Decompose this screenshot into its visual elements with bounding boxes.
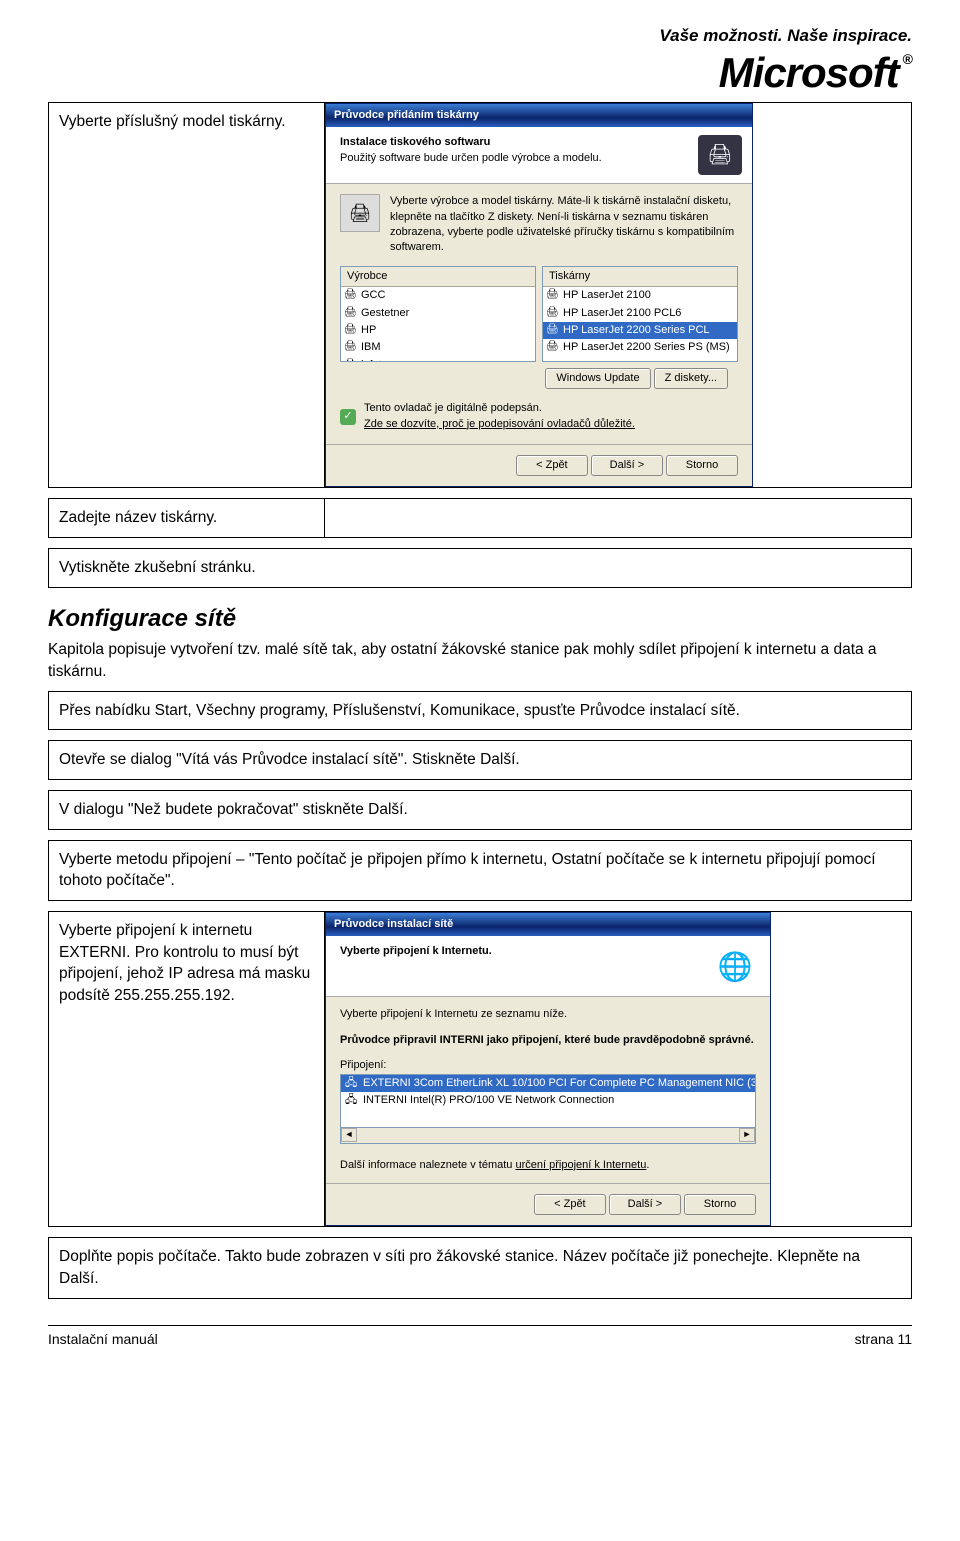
printer-wizard-cell: Průvodce přidáním tiskárny Instalace tis… [325, 102, 912, 488]
step-text: Přes nabídku Start, Všechny programy, Př… [49, 691, 912, 730]
step-text: V dialogu "Než budete pokračovat" stiskn… [49, 791, 912, 830]
dialog-hint-text: Průvodce připravil INTERNI jako připojen… [340, 1034, 754, 1046]
footer-left: Instalační manuál [48, 1330, 158, 1350]
network-step-4: Vyberte metodu připojení – "Tento počíta… [48, 840, 912, 901]
microsoft-logo: Microsoft [719, 52, 912, 94]
dialog-subheading: Použitý software bude určen podle výrobc… [340, 152, 602, 164]
page-header: Vaše možnosti. Naše inspirace. Microsoft [48, 24, 912, 94]
dialog-heading: Vyberte připojení k Internetu. [340, 944, 492, 959]
network-wizard-cell: Průvodce instalací sítě Vyberte připojen… [325, 912, 912, 1227]
dialog-titlebar[interactable]: Průvodce přidáním tiskárny [326, 104, 752, 127]
printer-name-row: Zadejte název tiskárny. [48, 498, 912, 538]
list-item[interactable]: INTERNI Intel(R) PRO/100 VE Network Conn… [341, 1092, 755, 1109]
back-button[interactable]: < Zpět [534, 1194, 606, 1215]
scroll-right-button[interactable]: ► [739, 1128, 755, 1142]
signed-check-icon: ✓ [340, 409, 356, 425]
list-item[interactable]: Gestetner [341, 305, 535, 322]
next-button[interactable]: Další > [609, 1194, 681, 1215]
step-print-test: Vytiskněte zkušební stránku. [49, 549, 912, 588]
connection-list-label: Připojení: [340, 1058, 756, 1073]
empty-cell [325, 499, 912, 538]
list-item-selected[interactable]: HP LaserJet 2200 Series PCL [543, 322, 737, 339]
manufacturer-listbox[interactable]: Výrobce GCC Gestetner HP IBM infotec [340, 266, 536, 362]
step-text: Vyberte připojení k internetu EXTERNI. P… [49, 912, 325, 1227]
printer-icon: 🖨 [340, 194, 380, 232]
windows-update-button[interactable]: Windows Update [545, 368, 650, 389]
list-item[interactable]: HP LaserJet 2100 PCL6 [543, 305, 737, 322]
back-button[interactable]: < Zpět [516, 455, 588, 476]
dialog-heading: Instalace tiskového softwaru [340, 135, 602, 150]
dialog-hint: Průvodce připravil INTERNI jako připojen… [340, 1033, 756, 1048]
step-enter-name: Zadejte název tiskárny. [49, 499, 325, 538]
network-step-2: Otevře se dialog "Vítá vás Průvodce inst… [48, 740, 912, 780]
list-item[interactable]: IBM [341, 339, 535, 356]
cancel-button[interactable]: Storno [684, 1194, 756, 1215]
list-item[interactable]: HP [341, 322, 535, 339]
scroll-left-button[interactable]: ◄ [341, 1128, 357, 1142]
connection-listbox[interactable]: EXTERNI 3Com EtherLink XL 10/100 PCI For… [340, 1074, 756, 1128]
network-step-6: Doplňte popis počítače. Takto bude zobra… [48, 1237, 912, 1298]
driver-signed-link[interactable]: Zde se dozvíte, proč je podepisování ovl… [364, 418, 635, 430]
list-item-selected[interactable]: EXTERNI 3Com EtherLink XL 10/100 PCI For… [341, 1075, 755, 1092]
list-item[interactable]: HP LaserJet 2200 Series PS (MS) [543, 339, 737, 356]
printer-test-row: Vytiskněte zkušební stránku. [48, 548, 912, 588]
more-info-line: Další informace naleznete v tématu určen… [340, 1158, 756, 1173]
horizontal-scrollbar[interactable]: ◄ ► [340, 1128, 756, 1144]
printer-step-table: Vyberte příslušný model tiskárny. Průvod… [48, 102, 912, 489]
dialog-instructions: Vyberte připojení k Internetu ze seznamu… [340, 1007, 756, 1022]
step-text: Otevře se dialog "Vítá vás Průvodce inst… [49, 741, 912, 780]
page-footer: Instalační manuál strana 11 [48, 1325, 912, 1350]
list-item[interactable]: infotec [341, 357, 535, 362]
footer-right: strana 11 [855, 1330, 912, 1350]
step-text: Vyberte metodu připojení – "Tento počíta… [49, 840, 912, 900]
next-button[interactable]: Další > [591, 455, 663, 476]
more-info-text: Další informace naleznete v tématu [340, 1159, 515, 1171]
more-info-link[interactable]: určení připojení k Internetu [515, 1159, 646, 1171]
from-disk-button[interactable]: Z diskety... [654, 368, 728, 389]
step-text: Doplňte popis počítače. Takto bude zobra… [49, 1238, 912, 1298]
network-step-3: V dialogu "Než budete pokračovat" stiskn… [48, 790, 912, 830]
section-heading: Konfigurace sítě [48, 602, 912, 636]
network-step-1: Přes nabídku Start, Všechny programy, Př… [48, 691, 912, 731]
printer-icon: 🖨 [698, 135, 742, 175]
dialog-instructions: Vyberte výrobce a model tiskárny. Máte-l… [390, 194, 738, 256]
list-item[interactable]: GCC [341, 287, 535, 304]
network-step-5: Vyberte připojení k internetu EXTERNI. P… [48, 911, 912, 1227]
list-item[interactable]: HP LaserJet 2100 [543, 287, 737, 304]
dialog-header: Vyberte připojení k Internetu. 🌐 [326, 936, 770, 997]
add-printer-wizard-dialog: Průvodce přidáním tiskárny Instalace tis… [325, 103, 753, 488]
network-setup-wizard-dialog: Průvodce instalací sítě Vyberte připojen… [325, 912, 771, 1226]
dialog-header: Instalace tiskového softwaru Použitý sof… [326, 127, 752, 184]
brand-tagline: Vaše možnosti. Naše inspirace. [48, 24, 912, 48]
step-select-model: Vyberte příslušný model tiskárny. [49, 102, 325, 488]
driver-signed-label: Tento ovladač je digitálně podepsán. [364, 401, 635, 416]
section-intro: Kapitola popisuje vytvoření tzv. malé sí… [48, 639, 912, 682]
network-globe-icon: 🌐 [710, 944, 760, 988]
printers-header: Tiskárny [543, 267, 737, 287]
manufacturer-header: Výrobce [341, 267, 535, 287]
printers-listbox[interactable]: Tiskárny HP LaserJet 2100 HP LaserJet 21… [542, 266, 738, 362]
dialog-titlebar[interactable]: Průvodce instalací sítě [326, 913, 770, 936]
cancel-button[interactable]: Storno [666, 455, 738, 476]
